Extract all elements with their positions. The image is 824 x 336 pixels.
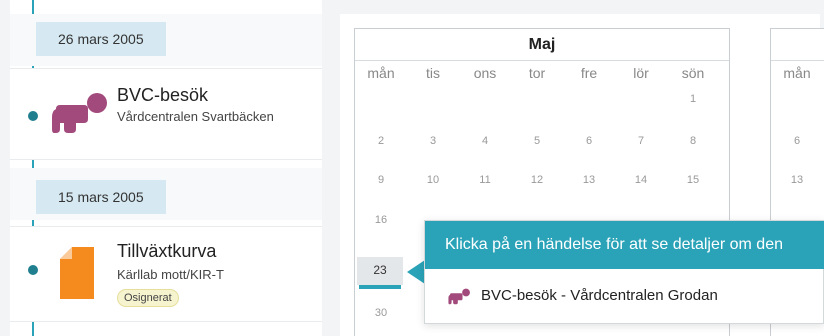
day-cell[interactable]: 16: [355, 214, 407, 226]
timeline-event-tillvaxtkurva[interactable]: Tillväxtkurva Kärllab mott/KIR-T Osigner…: [10, 226, 322, 322]
month-title: [771, 29, 824, 61]
event-subtitle: Vårdcentralen Svartbäcken: [117, 109, 274, 124]
event-title: Tillväxtkurva: [117, 241, 217, 261]
day-cell[interactable]: 4: [459, 135, 511, 147]
day-cell[interactable]: 5: [511, 135, 563, 147]
month-title: Maj: [355, 29, 729, 61]
day-cell[interactable]: 2: [355, 135, 407, 147]
timeline-dot: [28, 111, 38, 121]
tooltip-header: Klicka på en händelse för att se detalje…: [425, 221, 824, 269]
weekday-wed: ons: [473, 65, 497, 81]
day-cell[interactable]: 10: [407, 174, 459, 186]
day-cell[interactable]: 14: [615, 174, 667, 186]
event-title: BVC-besök: [117, 85, 209, 105]
tooltip-event-label: BVC-besök - Vårdcentralen Grodan: [481, 287, 718, 304]
weekday-mon: mån: [783, 65, 811, 81]
date-badge: 15 mars 2005: [36, 180, 166, 214]
day-cell[interactable]: 11: [459, 174, 511, 186]
weekday-mon: mån: [367, 65, 395, 81]
day-cell[interactable]: 15: [667, 174, 719, 186]
date-row: 26 mars 2005: [10, 14, 322, 66]
day-cell[interactable]: 3: [407, 135, 459, 147]
tooltip-arrow: [407, 260, 425, 284]
event-indicator-bar: [359, 285, 401, 289]
timeline-event-bvc[interactable]: BVC-besök Vårdcentralen Svartbäcken: [10, 68, 322, 160]
weekday-tue: tis: [426, 65, 440, 81]
baby-icon: [52, 93, 107, 133]
weekday-sat: lör: [633, 65, 649, 81]
event-tooltip: Klicka på en händelse för att se detalje…: [424, 220, 824, 324]
day-cell[interactable]: 8: [667, 135, 719, 147]
weekday-fri: fre: [580, 65, 598, 81]
day-cell[interactable]: 30: [355, 307, 407, 319]
date-badge: 26 mars 2005: [36, 22, 166, 56]
weekday-thu: tor: [528, 65, 546, 81]
day-cell[interactable]: 13: [771, 174, 823, 186]
timeline-panel: 26 mars 2005 BVC-besök Vårdcentralen Sva…: [10, 0, 322, 336]
baby-icon: [448, 288, 470, 305]
selected-day-number: 23: [373, 263, 387, 277]
day-cell[interactable]: 13: [563, 174, 615, 186]
day-cell[interactable]: 6: [771, 135, 823, 147]
status-badge: Osignerat: [117, 289, 179, 307]
day-cell[interactable]: 1: [667, 93, 719, 105]
day-cell[interactable]: 9: [355, 174, 407, 186]
tooltip-event-item[interactable]: BVC-besök - Vårdcentralen Grodan: [425, 273, 824, 317]
timeline-dot: [28, 265, 38, 275]
day-cell[interactable]: 7: [615, 135, 667, 147]
day-cell[interactable]: 12: [511, 174, 563, 186]
weekday-header: mån tis ons tor fre lör sön: [355, 65, 729, 85]
weekday-sun: sön: [681, 65, 705, 81]
weekday-header: mån: [771, 65, 824, 85]
day-cell[interactable]: 6: [563, 135, 615, 147]
date-row: 15 mars 2005: [10, 168, 322, 220]
event-subtitle: Kärllab mott/KIR-T: [117, 267, 224, 282]
document-icon: [60, 247, 94, 299]
